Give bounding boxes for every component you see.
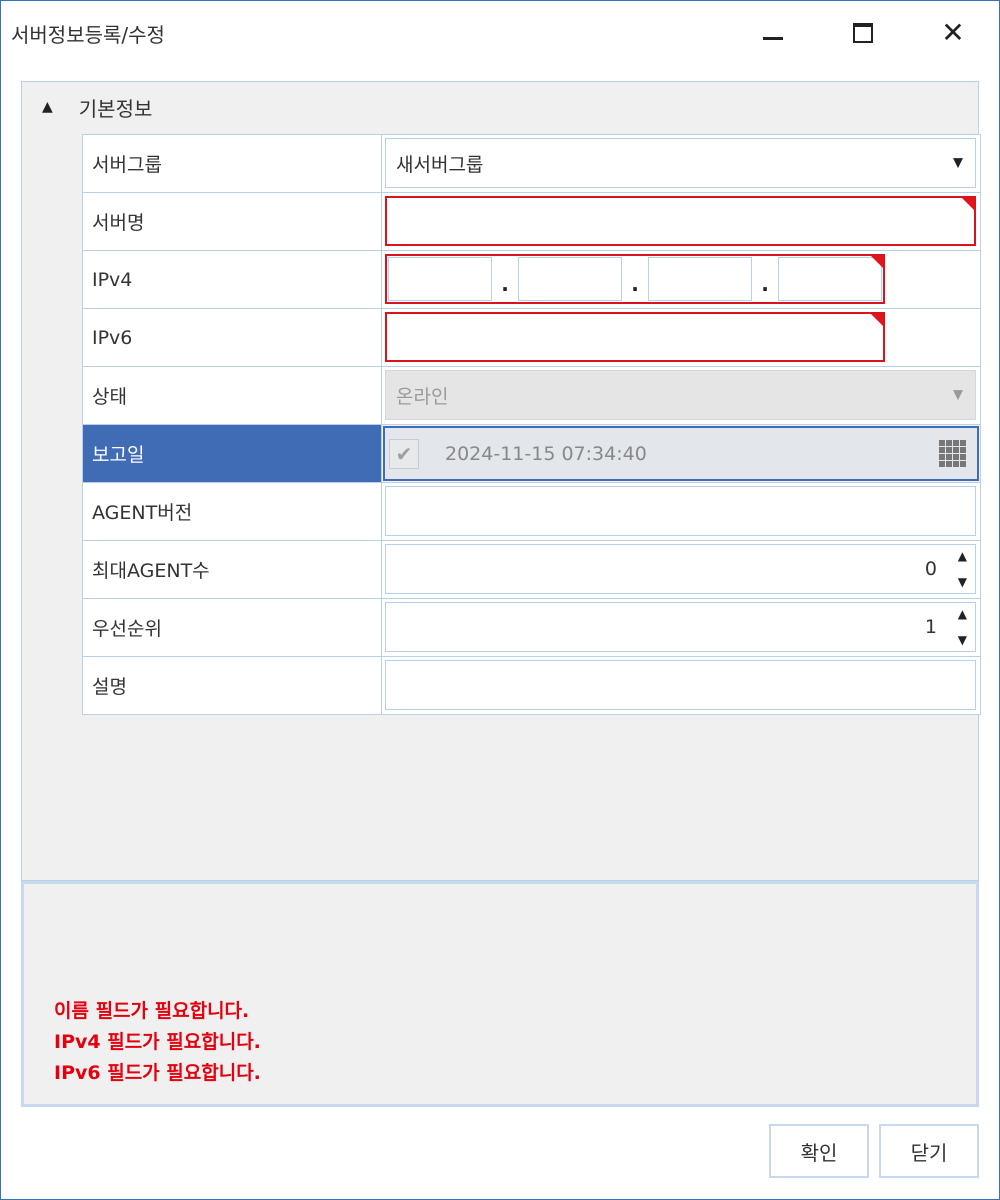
status-label: 상태 bbox=[83, 367, 382, 424]
ipv4-input: . . . bbox=[385, 254, 885, 304]
minimize-button[interactable] bbox=[753, 13, 793, 53]
maximize-button[interactable] bbox=[843, 13, 883, 53]
dropdown-arrow-icon: ▼ bbox=[953, 387, 963, 403]
error-corner-icon bbox=[962, 198, 974, 210]
agent-version-cell bbox=[382, 483, 981, 540]
minimize-icon bbox=[763, 36, 783, 40]
ok-button[interactable]: 확인 bbox=[769, 1124, 869, 1178]
server-name-cell bbox=[382, 193, 981, 250]
calendar-grid-icon[interactable] bbox=[939, 439, 967, 468]
server-name-input[interactable] bbox=[385, 196, 976, 246]
group-header[interactable]: ▲ 기본정보 bbox=[42, 92, 152, 122]
max-agents-label: 최대AGENT수 bbox=[83, 541, 382, 598]
group-header-label: 기본정보 bbox=[78, 96, 153, 121]
basic-info-group: ▲ 기본정보 서버그룹 새서버그룹 ▼ 서버명 IPv4 . . . IPv6 … bbox=[21, 81, 981, 881]
ipv4-octet-2[interactable] bbox=[518, 257, 622, 301]
priority-value: 1 bbox=[924, 616, 937, 638]
report-date-label: 보고일 bbox=[83, 425, 382, 482]
close-dialog-button[interactable]: 닫기 bbox=[879, 1124, 979, 1178]
spin-down-icon[interactable]: ▼ bbox=[958, 575, 967, 589]
priority-label: 우선순위 bbox=[83, 599, 382, 656]
description-input[interactable] bbox=[385, 660, 976, 710]
checkbox-check-icon[interactable]: ✔ bbox=[389, 438, 419, 469]
close-icon: ✕ bbox=[941, 16, 965, 49]
ipv4-dot: . bbox=[631, 272, 639, 296]
validation-message-panel: 이름 필드가 필요합니다. IPv4 필드가 필요합니다. IPv6 필드가 필… bbox=[21, 881, 979, 1107]
ipv4-octet-3[interactable] bbox=[648, 257, 752, 301]
agent-version-input[interactable] bbox=[385, 486, 976, 536]
error-corner-icon bbox=[871, 256, 883, 268]
form-row-priority: 우선순위 1 ▲ ▼ bbox=[83, 599, 981, 657]
report-date-input[interactable]: ✔ 2024-11-15 07:34:40 bbox=[383, 426, 979, 481]
validation-message: 이름 필드가 필요합니다. bbox=[54, 1000, 250, 1022]
max-agents-cell: 0 ▲ ▼ bbox=[382, 541, 981, 598]
ipv6-input[interactable] bbox=[385, 312, 885, 362]
window-title: 서버정보등록/수정 bbox=[11, 23, 165, 47]
dialog-window: 서버정보등록/수정 ✕ ▲ 기본정보 서버그룹 새서버그룹 ▼ 서버명 IPv4… bbox=[0, 0, 1000, 1200]
form-row-agent-version: AGENT버전 bbox=[83, 483, 981, 541]
max-agents-value: 0 bbox=[924, 558, 937, 580]
ipv4-octet-4[interactable] bbox=[778, 257, 882, 301]
ipv6-label: IPv6 bbox=[83, 309, 382, 366]
validation-message: IPv6 필드가 필요합니다. bbox=[54, 1062, 261, 1084]
status-select: 온라인 ▼ bbox=[385, 370, 976, 420]
description-label: 설명 bbox=[83, 657, 382, 714]
collapse-triangle-icon[interactable]: ▲ bbox=[42, 99, 53, 115]
form-row-ipv6: IPv6 bbox=[83, 309, 981, 367]
server-group-select[interactable]: 새서버그룹 ▼ bbox=[385, 138, 976, 188]
validation-message-list: 이름 필드가 필요합니다. IPv4 필드가 필요합니다. IPv6 필드가 필… bbox=[54, 996, 261, 1089]
validation-message: IPv4 필드가 필요합니다. bbox=[54, 1031, 261, 1053]
ipv4-dot: . bbox=[761, 272, 769, 296]
form-row-status: 상태 온라인 ▼ bbox=[83, 367, 981, 425]
priority-cell: 1 ▲ ▼ bbox=[382, 599, 981, 656]
form-row-server-group: 서버그룹 새서버그룹 ▼ bbox=[83, 135, 981, 193]
close-button[interactable]: ✕ bbox=[933, 13, 973, 53]
server-name-label: 서버명 bbox=[83, 193, 382, 250]
spin-up-icon[interactable]: ▲ bbox=[958, 549, 967, 563]
spin-down-icon[interactable]: ▼ bbox=[958, 633, 967, 647]
server-group-value: 새서버그룹 bbox=[396, 153, 484, 176]
description-cell bbox=[382, 657, 981, 714]
report-date-cell: ✔ 2024-11-15 07:34:40 bbox=[382, 425, 981, 482]
form-row-report-date: 보고일 ✔ 2024-11-15 07:34:40 bbox=[83, 425, 981, 483]
ipv4-label: IPv4 bbox=[83, 251, 382, 308]
server-form: 서버그룹 새서버그룹 ▼ 서버명 IPv4 . . . IPv6 상태 온라인 … bbox=[82, 134, 981, 715]
ipv6-cell bbox=[382, 309, 981, 366]
server-group-cell: 새서버그룹 ▼ bbox=[382, 135, 981, 192]
server-group-label: 서버그룹 bbox=[83, 135, 382, 192]
maximize-icon bbox=[853, 23, 873, 43]
error-corner-icon bbox=[871, 314, 883, 326]
form-row-description: 설명 bbox=[83, 657, 981, 715]
spin-buttons: ▲ ▼ bbox=[958, 607, 967, 647]
priority-spinner[interactable]: 1 ▲ ▼ bbox=[385, 602, 976, 652]
ipv4-cell: . . . bbox=[382, 251, 981, 308]
agent-version-label: AGENT버전 bbox=[83, 483, 382, 540]
spin-buttons: ▲ ▼ bbox=[958, 549, 967, 589]
dropdown-arrow-icon[interactable]: ▼ bbox=[953, 156, 963, 171]
form-row-ipv4: IPv4 . . . bbox=[83, 251, 981, 309]
ipv4-dot: . bbox=[501, 272, 509, 296]
form-row-max-agents: 최대AGENT수 0 ▲ ▼ bbox=[83, 541, 981, 599]
ipv4-octet-1[interactable] bbox=[388, 257, 492, 301]
form-row-server-name: 서버명 bbox=[83, 193, 981, 251]
status-value: 온라인 bbox=[396, 385, 449, 408]
spin-up-icon[interactable]: ▲ bbox=[958, 607, 967, 621]
max-agents-spinner[interactable]: 0 ▲ ▼ bbox=[385, 544, 976, 594]
status-cell: 온라인 ▼ bbox=[382, 367, 981, 424]
report-date-value: 2024-11-15 07:34:40 bbox=[445, 442, 647, 465]
